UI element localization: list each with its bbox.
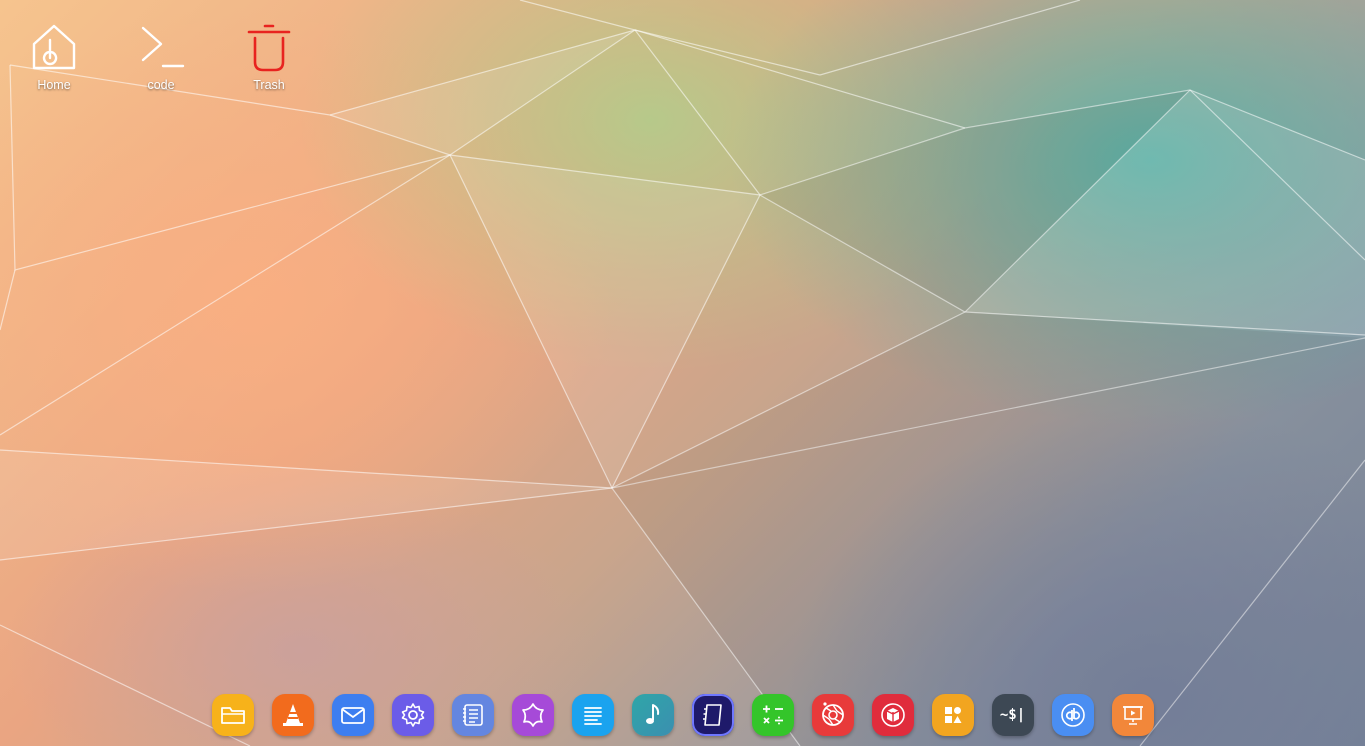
dock-item-camera[interactable] (811, 694, 854, 736)
terminal-prompt-icon (141, 26, 185, 68)
trash-icon (247, 24, 291, 72)
desktop-icon-label: Trash (253, 78, 285, 92)
dock: ~$| (0, 694, 1365, 738)
desktop-icon-label: Home (37, 78, 71, 92)
gear-icon (401, 703, 424, 727)
envelope-icon (340, 707, 365, 724)
terminal-dollar-icon: ~$| (999, 707, 1026, 723)
dock-item-app-launcher[interactable] (931, 694, 974, 736)
dock-item-terminal[interactable]: ~$| (991, 694, 1034, 736)
dock-item-music[interactable] (631, 694, 674, 736)
dock-item-software-center[interactable] (871, 694, 914, 736)
shapes-grid-icon (944, 707, 961, 723)
wallpaper (0, 0, 1365, 746)
document-lines-icon (583, 707, 602, 725)
dock-item-qbittorrent[interactable] (1051, 694, 1094, 736)
calculator-icon (762, 705, 783, 725)
dock-item-document-viewer[interactable] (571, 694, 614, 736)
dock-item-calculator[interactable] (751, 694, 794, 736)
dock-item-files[interactable] (211, 694, 254, 736)
desktop-icon-code[interactable]: code (121, 22, 201, 92)
desktop-icon-home[interactable]: Home (14, 22, 94, 92)
dock-item-presentation[interactable] (1111, 694, 1154, 736)
notebook-icon (702, 704, 722, 726)
folder-icon (220, 707, 245, 724)
home-folder-icon (32, 24, 76, 70)
dock-item-mail[interactable] (331, 694, 374, 736)
dock-item-text-editor[interactable] (451, 694, 494, 736)
notes-icon (462, 704, 483, 726)
qb-logo-icon (1060, 703, 1085, 727)
desktop-icon-label: code (147, 78, 175, 92)
dock-item-notebook[interactable] (691, 694, 734, 736)
presentation-screen-icon (1122, 706, 1143, 725)
package-box-icon (880, 703, 905, 727)
aperture-icon (821, 702, 844, 726)
desktop[interactable]: Home code Trash ~$| (0, 0, 1365, 746)
star-badge-icon (521, 703, 544, 727)
dock-item-themes[interactable] (511, 694, 554, 736)
desktop-icon-trash[interactable]: Trash (229, 22, 309, 92)
dock-item-vlc[interactable] (271, 694, 314, 736)
music-note-icon (645, 704, 659, 724)
traffic-cone-icon (282, 704, 303, 726)
dock-item-settings[interactable] (391, 694, 434, 736)
